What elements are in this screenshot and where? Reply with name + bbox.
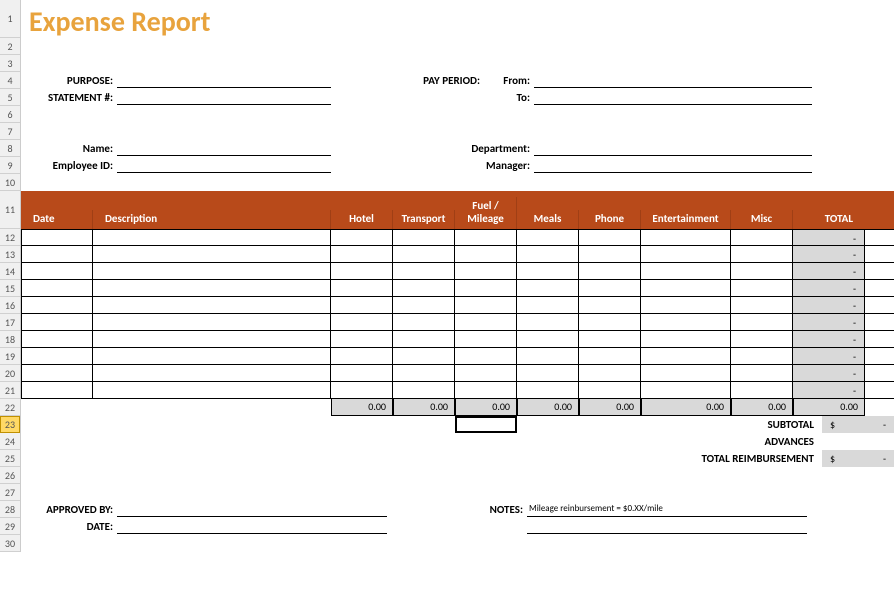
manager-label: Manager: [391, 159, 534, 172]
to-input[interactable] [534, 91, 812, 105]
row-header[interactable]: 25 [0, 450, 20, 467]
row-header[interactable]: 6 [0, 106, 20, 123]
th-fuel: Fuel / Mileage [455, 197, 517, 229]
employeeid-input[interactable] [117, 159, 331, 173]
notes-text[interactable]: Mileage reinbursement = $0.XX/mile [527, 503, 807, 517]
table-header: Date Description Hotel Transport Fuel / … [21, 191, 894, 229]
approvedby-input[interactable] [117, 503, 387, 517]
sum-row: 0.00 0.00 0.00 0.00 0.00 0.00 0.00 0.00 [21, 399, 894, 416]
row-header-selected[interactable]: 23 [0, 416, 20, 433]
advances-label: ADVANCES [764, 435, 822, 448]
th-date: Date [21, 210, 93, 229]
sum-misc: 0.00 [731, 399, 793, 416]
from-input[interactable] [534, 74, 812, 88]
row-header[interactable]: 28 [0, 501, 20, 518]
row-header[interactable]: 14 [0, 263, 20, 280]
to-label: To: [484, 91, 534, 104]
report-title: Expense Report [21, 0, 894, 38]
th-phone: Phone [579, 210, 641, 229]
row-header[interactable]: 9 [0, 157, 20, 174]
reimbursement-value: $- [822, 450, 894, 467]
row-header[interactable]: 15 [0, 280, 20, 297]
table-row[interactable]: - [21, 263, 894, 280]
table-row[interactable]: - [21, 314, 894, 331]
row-header[interactable]: 30 [0, 535, 20, 552]
approvedby-label: APPROVED BY: [21, 503, 117, 516]
row-headers: 1 2 3 4 5 6 7 8 9 10 11 12 13 14 15 16 1… [0, 0, 21, 552]
row-header[interactable]: 7 [0, 123, 20, 140]
purpose-label: PURPOSE: [21, 74, 117, 87]
row-header[interactable]: 20 [0, 365, 20, 382]
name-label: Name: [21, 142, 117, 155]
department-label: Department: [391, 142, 534, 155]
department-input[interactable] [534, 142, 812, 156]
row-header[interactable]: 22 [0, 399, 20, 416]
row-header[interactable]: 26 [0, 467, 20, 484]
th-hotel: Hotel [331, 210, 393, 229]
table-row[interactable]: - [21, 382, 894, 399]
statement-input[interactable] [117, 91, 331, 105]
reimbursement-label: TOTAL REIMBURSEMENT [701, 452, 822, 465]
name-input[interactable] [117, 142, 331, 156]
th-misc: Misc [731, 210, 793, 229]
table-row[interactable]: - [21, 297, 894, 314]
row-header[interactable]: 5 [0, 89, 20, 106]
payperiod-label: PAY PERIOD: [391, 74, 484, 87]
row-header[interactable]: 4 [0, 72, 20, 89]
row-header[interactable]: 10 [0, 174, 20, 191]
sum-phone: 0.00 [579, 399, 641, 416]
row-header[interactable]: 24 [0, 433, 20, 450]
row-header[interactable]: 17 [0, 314, 20, 331]
sum-transport: 0.00 [393, 399, 455, 416]
table-row[interactable]: - [21, 331, 894, 348]
purpose-input[interactable] [117, 74, 331, 88]
row-header[interactable]: 18 [0, 331, 20, 348]
notes-label: NOTES: [457, 503, 527, 516]
manager-input[interactable] [534, 159, 812, 173]
row-header[interactable]: 29 [0, 518, 20, 535]
statement-label: STATEMENT #: [21, 91, 117, 104]
employeeid-label: Employee ID: [21, 159, 117, 172]
subtotal-label: SUBTOTAL [767, 418, 822, 431]
row-header[interactable]: 2 [0, 38, 20, 55]
sum-total: 0.00 [793, 399, 865, 416]
table-row[interactable]: - [21, 229, 894, 246]
table-row[interactable]: - [21, 246, 894, 263]
date-input[interactable] [117, 520, 387, 534]
th-entertainment: Entertainment [641, 210, 731, 229]
row-header[interactable]: 21 [0, 382, 20, 399]
th-meals: Meals [517, 210, 579, 229]
row-header[interactable]: 27 [0, 484, 20, 501]
table-row[interactable]: - [21, 348, 894, 365]
sum-fuel: 0.00 [455, 399, 517, 416]
spreadsheet-content[interactable]: Expense Report PURPOSE: PAY PERIOD: From… [21, 0, 894, 552]
table-row[interactable]: - [21, 365, 894, 382]
from-label: From: [484, 74, 534, 87]
row-header[interactable]: 16 [0, 297, 20, 314]
row-header[interactable]: 1 [0, 0, 20, 38]
sum-hotel: 0.00 [331, 399, 393, 416]
subtotal-value: $- [822, 416, 894, 433]
row-header[interactable]: 12 [0, 229, 20, 246]
notes-line2[interactable] [527, 520, 807, 534]
date-label: DATE: [21, 520, 117, 533]
row-header[interactable]: 3 [0, 55, 20, 72]
row-header[interactable]: 11 [0, 191, 20, 229]
row-header[interactable]: 8 [0, 140, 20, 157]
row-header[interactable]: 13 [0, 246, 20, 263]
sum-meals: 0.00 [517, 399, 579, 416]
sum-entertainment: 0.00 [641, 399, 731, 416]
table-row[interactable]: - [21, 280, 894, 297]
th-total: TOTAL [793, 210, 865, 229]
th-description: Description [93, 210, 331, 229]
th-transport: Transport [393, 210, 455, 229]
row-header[interactable]: 19 [0, 348, 20, 365]
